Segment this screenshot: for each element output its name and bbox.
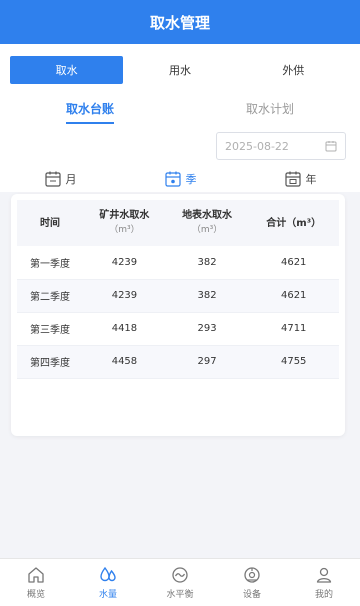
nav-label: 水量 xyxy=(98,590,117,600)
cell-mine-water: 4418 xyxy=(83,312,166,346)
header-unit: （m³） xyxy=(109,225,140,235)
nav-water-volume[interactable]: 水量 xyxy=(72,559,144,606)
home-icon xyxy=(28,567,44,583)
table-row: 第三季度 4418 293 4711 xyxy=(17,312,339,346)
nav-profile[interactable]: 我的 xyxy=(288,559,360,606)
cell-surface-water: 297 xyxy=(165,345,249,379)
period-label: 年 xyxy=(305,173,317,186)
nav-water-balance[interactable]: 水平衡 xyxy=(144,559,216,606)
tab-intake-plan[interactable]: 取水计划 xyxy=(180,96,360,130)
tab-usage[interactable]: 用水 xyxy=(123,56,236,84)
nav-label: 我的 xyxy=(314,590,333,600)
water-drops-icon xyxy=(100,566,116,582)
period-quarter[interactable]: 季 xyxy=(120,168,240,190)
tab-label: 用水 xyxy=(168,64,191,77)
period-label: 月 xyxy=(65,173,77,186)
cell-surface-water: 293 xyxy=(165,312,249,346)
period-label: 季 xyxy=(185,173,197,186)
cell-total: 4711 xyxy=(248,312,339,346)
header-label: 时间 xyxy=(40,217,61,229)
calendar-month-icon xyxy=(44,171,61,187)
header-label: 合计（m³） xyxy=(266,217,322,229)
cell-mine-water: 4239 xyxy=(83,279,166,313)
table-row: 第一季度 4239 382 4621 xyxy=(17,246,339,280)
tab-intake-ledger[interactable]: 取水台账 xyxy=(0,96,180,130)
intake-ledger-table: 时间 矿井水取水 （m³） 地表水取水 （m³） 合计（m³） 第一季度 4239 … xyxy=(17,200,339,379)
nav-overview[interactable]: 概览 xyxy=(0,559,72,606)
header-label: 矿井水取水 xyxy=(99,210,150,221)
col-header-mine-water: 矿井水取水 （m³） xyxy=(83,200,166,246)
tab-label: 取水计划 xyxy=(245,102,294,116)
nav-label: 概览 xyxy=(26,590,45,600)
page-title: 取水管理 xyxy=(149,13,210,32)
nav-label: 设备 xyxy=(242,590,261,600)
table-row: 第二季度 4239 382 4621 xyxy=(17,279,339,313)
period-year[interactable]: 年 xyxy=(240,168,360,190)
tab-label: 外供 xyxy=(282,64,305,77)
col-header-total: 合计（m³） xyxy=(248,200,339,246)
nav-devices[interactable]: 设备 xyxy=(216,559,288,606)
nav-label: 水平衡 xyxy=(166,590,194,600)
cell-surface-water: 382 xyxy=(165,279,249,313)
col-header-surface-water: 地表水取水 （m³） xyxy=(165,200,249,246)
sub-tab-bar: 取水台账 取水计划 xyxy=(0,96,360,130)
user-icon xyxy=(316,567,332,583)
cell-surface-water: 382 xyxy=(165,246,249,280)
header-label: 地表水取水 xyxy=(182,210,233,221)
date-picker[interactable]: 2025-08-22 xyxy=(216,132,346,160)
balance-gauge-icon xyxy=(172,567,188,583)
col-header-time: 时间 xyxy=(17,200,84,246)
filter-toolbar: 2025-08-22 月 季 年 xyxy=(0,130,360,192)
tab-intake[interactable]: 取水 xyxy=(10,56,124,84)
cell-mine-water: 4458 xyxy=(83,345,166,379)
top-tab-bar: 取水 用水 外供 xyxy=(0,44,360,96)
period-month[interactable]: 月 xyxy=(0,168,120,190)
tab-label: 取水台账 xyxy=(65,100,114,124)
period-selector: 月 季 年 xyxy=(0,168,360,190)
header-unit: （m³） xyxy=(191,225,223,235)
calendar-year-icon xyxy=(284,171,301,187)
calendar-quarter-icon xyxy=(164,171,181,187)
cell-period: 第一季度 xyxy=(17,246,84,280)
cell-total: 4621 xyxy=(248,279,339,313)
table-row: 第四季度 4458 297 4755 xyxy=(17,345,339,379)
ledger-card: 时间 矿井水取水 （m³） 地表水取水 （m³） 合计（m³） 第一季度 4239 … xyxy=(11,194,345,436)
calendar-icon xyxy=(325,141,337,152)
tab-label: 取水 xyxy=(55,64,78,77)
cell-period: 第四季度 xyxy=(17,345,84,379)
cell-period: 第二季度 xyxy=(17,279,84,313)
cell-period: 第三季度 xyxy=(17,312,84,346)
cell-mine-water: 4239 xyxy=(83,246,166,280)
cell-total: 4621 xyxy=(248,246,339,280)
bottom-nav-bar: 概览 水量 水平衡 设备 我的 xyxy=(0,558,360,606)
device-icon xyxy=(244,567,260,583)
cell-total: 4755 xyxy=(248,345,339,379)
app-header: 取水管理 xyxy=(0,0,360,44)
date-value: 2025-08-22 xyxy=(225,139,289,153)
tab-external-supply[interactable]: 外供 xyxy=(237,56,350,84)
table-header-row: 时间 矿井水取水 （m³） 地表水取水 （m³） 合计（m³） xyxy=(17,200,339,246)
